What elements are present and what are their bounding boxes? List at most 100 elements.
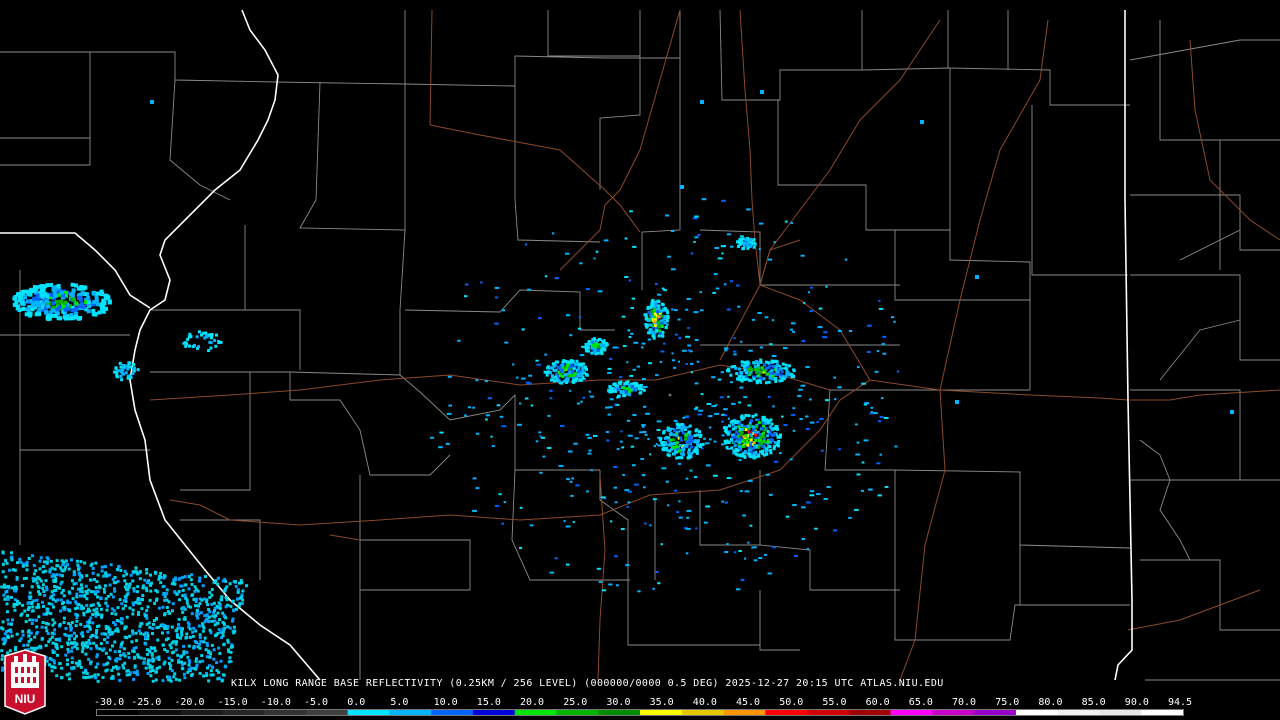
echo-pixel [558,464,564,467]
echo-pixel [203,620,207,624]
echo-pixel [588,449,592,452]
echo-pixel [2,642,6,646]
echo-pixel [552,379,556,383]
echo-pixel [695,527,698,530]
echo-pixel [48,663,51,667]
echo-pixel [580,400,583,403]
echo-pixel [705,442,710,445]
echo-pixel [199,639,203,643]
echo-pixel [605,431,610,433]
echo-pixel [15,576,19,580]
echo-pixel [773,460,779,463]
echo-pixel [78,304,83,309]
echo-pixel [72,297,76,302]
echo-pixel [614,555,618,558]
echo-pixel [85,604,89,607]
echo-pixel [163,574,166,578]
echo-pixel [202,674,206,678]
echo-pixel [107,300,112,305]
echo-pixel [103,565,107,569]
echo-pixel [607,367,612,370]
echo-pixel [627,501,631,504]
echo-pixel [29,631,33,635]
echo-pixel [3,632,7,636]
echo-pixel [613,486,617,489]
echo-pixel [123,627,127,631]
echo-pixel [178,678,182,682]
echo-pixel [100,632,104,636]
echo-pixel [438,446,443,449]
echo-pixel [602,343,606,347]
echo-pixel [35,293,40,298]
echo-pixel [717,378,722,381]
echo-pixel [41,587,45,590]
echo-pixel [920,120,924,124]
echo-pixel [714,412,719,415]
echo-pixel [21,633,25,637]
echo-pixel [708,438,712,441]
echo-pixel [21,307,26,311]
echo-pixel [67,316,72,321]
echo-pixel [769,451,773,455]
echo-pixel [40,625,44,629]
echo-pixel [719,396,724,399]
echo-pixel [104,597,108,601]
echo-pixel [774,359,778,363]
echo-pixel [5,561,9,565]
echo-pixel [628,393,631,397]
echo-pixel [180,654,184,658]
echo-pixel [624,276,629,278]
echo-pixel [780,370,784,374]
echo-pixel [739,490,743,493]
echo-pixel [768,374,772,378]
echo-pixel [653,324,657,328]
echo-pixel [225,598,229,602]
echo-pixel [60,559,64,563]
scale-label: 30.0 [606,697,631,708]
echo-pixel [75,634,78,638]
echo-pixel [113,623,117,627]
echo-pixel [723,408,728,411]
echo-pixel [700,309,704,312]
echo-pixel [730,365,734,369]
echo-pixel [30,307,35,312]
echo-pixel [217,646,221,650]
echo-pixel [785,370,789,374]
echo-pixel [746,437,750,441]
echo-pixel [47,602,51,606]
echo-pixel [521,328,525,331]
echo-pixel [692,217,698,220]
echo-pixel [195,335,199,339]
echo-pixel [1,562,5,566]
echo-pixel [587,436,592,439]
echo-pixel [705,505,711,508]
echo-pixel [878,420,882,423]
echo-pixel [91,603,95,607]
echo-pixel [587,340,591,343]
echo-pixel [727,417,731,420]
echo-pixel [701,442,705,446]
echo-pixel [674,489,678,492]
echo-pixel [58,622,62,626]
echo-pixel [658,331,662,335]
echo-pixel [96,601,100,605]
echo-pixel [727,440,731,444]
echo-pixel [127,585,131,589]
echo-pixel [751,318,755,321]
colorbar-segment [97,710,140,715]
echo-pixel [70,634,73,638]
echo-pixel [79,583,83,587]
echo-pixel [640,387,644,391]
echo-pixel [74,306,79,311]
echo-pixel [536,363,541,366]
echo-pixel [119,569,123,572]
echo-pixel [494,322,499,325]
echo-pixel [63,605,67,609]
echo-pixel [630,332,634,335]
echo-pixel [111,644,114,648]
echo-pixel [760,426,764,430]
echo-pixel [809,310,814,313]
echo-pixel [188,635,192,639]
echo-pixel [723,414,728,417]
echo-pixel [175,634,179,638]
